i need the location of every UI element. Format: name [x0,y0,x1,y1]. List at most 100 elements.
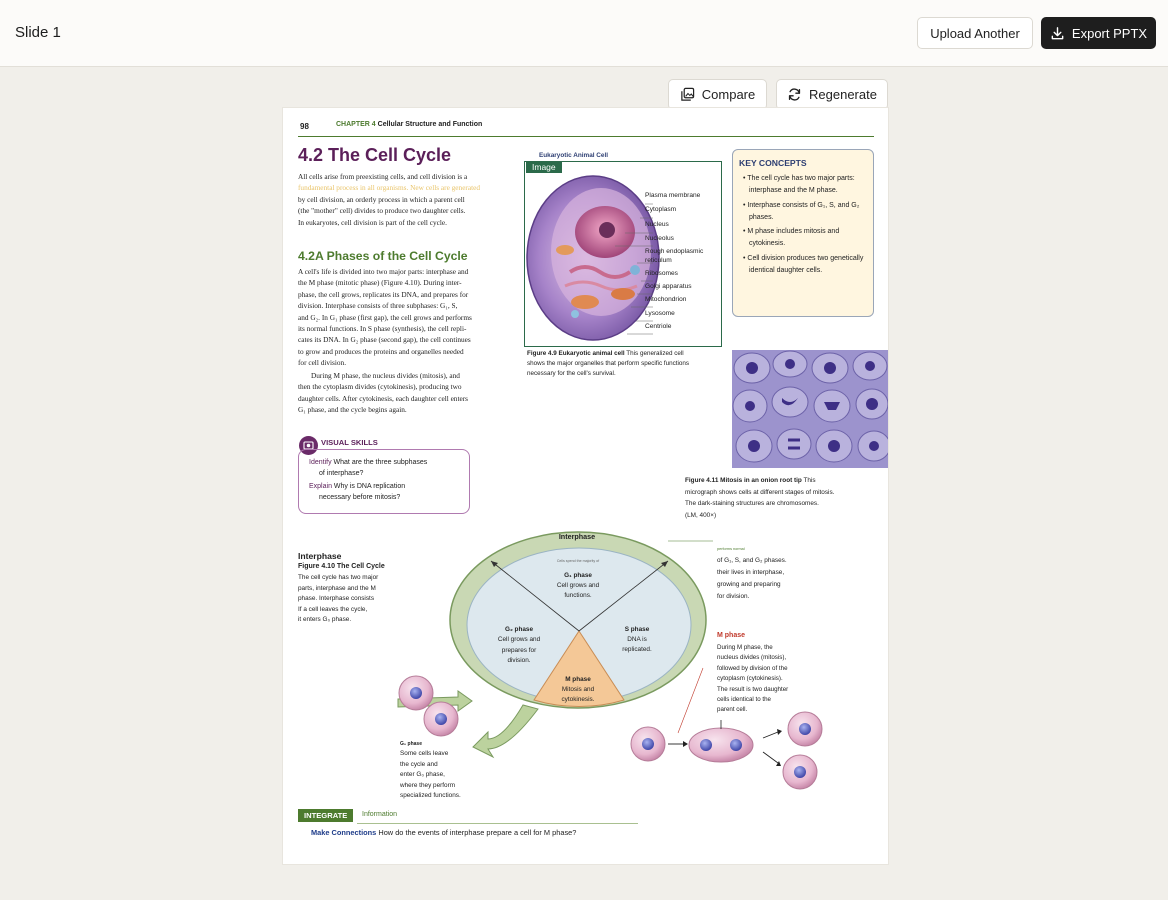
key-concepts-title: KEY CONCEPTS [739,158,807,168]
p2-line: G₁ phase, and the cycle begins again. [298,405,407,415]
p1-line: A cell's life is divided into two major … [298,267,469,276]
g0-line: specialized functions. [400,792,461,800]
explain-text: necessary before mitosis? [319,493,401,501]
fig411-text: This [803,477,816,484]
p1-line: cates its DNA. In G₂ phase (second gap),… [298,335,471,345]
page-number: 98 [300,122,309,131]
make-connections-question: How do the events of interphase prepare … [378,828,577,837]
g1-phase-label: G₁ phase Cell grows and functions. [543,571,613,600]
right-tiny-text: performs normal [717,547,745,551]
organelle-label: Plasma membrane [645,192,701,199]
p1-line: to grow and produces the proteins and or… [298,346,464,356]
identify-text: of interphase? [319,469,364,477]
figure-4-9-caption: Figure 4.9 Eukaryotic animal cell This g… [527,349,727,378]
key-concept-item: • The cell cycle has two major parts: in… [743,175,855,195]
regenerate-button[interactable]: Regenerate [776,79,888,110]
fig49-text: This generalized cell [626,350,684,357]
m-line: cytokinesis. [561,696,595,704]
export-pptx-button[interactable]: Export PPTX [1041,17,1156,49]
m-phase-description: During M phase, the nucleus divides (mit… [717,643,813,716]
key-concept-item: • Cell division produces two genetically… [743,254,864,275]
fig411-text: micrograph shows cells at different stag… [685,488,835,496]
figure-heading: Eukaryotic Animal Cell [539,152,609,159]
visual-skills-title: VISUAL SKILLS [321,438,378,447]
identify-label: Identify [309,459,332,466]
tiny-ring-text: Cells spend the majority of [556,559,600,563]
g2-line: division. [507,657,531,665]
organelle-label: Rough endoplasmic reticulum [645,248,704,264]
interphase-line: their lives in interphase, [717,568,785,576]
image-tag: Image [526,161,562,173]
s-title: S phase [624,626,650,633]
upload-another-label: Upload Another [930,25,1020,41]
fig411-bold: Figure 4.11 Mitosis in an onion root tip [685,477,802,484]
micrograph-image [732,350,888,468]
slide-title: Slide 1 [15,24,61,41]
export-pptx-label: Export PPTX [1071,25,1148,41]
ring-label: Interphase [558,532,596,541]
intro-line: All cells arise from preexisting cells, … [298,172,468,181]
fig411-text: The dark-staining structures are chromos… [685,500,819,507]
m-phase-heading: M phase [717,632,746,639]
g1-line: functions. [564,591,592,599]
mitosis-micrograph [732,350,888,468]
figure-4-11-caption: Figure 4.11 Mitosis in an onion root tip… [685,475,885,521]
fig411-text: (LM, 400×) [685,511,717,519]
intro-paragraph: All cells arise from preexisting cells, … [298,171,520,228]
m-phase-line: nucleus divides (mitosis), [717,654,787,662]
s-phase-label: S phase DNA is replicated. [608,625,666,655]
compare-button[interactable]: Compare [668,79,767,110]
p1-line: phase, the cell grows, replicates its DN… [298,289,469,299]
p1-line: division. Interphase consists of three s… [298,301,458,311]
interphase-line: of G₁, S, and G₂ phases. [717,557,787,564]
m-line: Mitosis and [561,686,595,694]
upload-another-button[interactable]: Upload Another [917,17,1033,49]
p1-line: its normal functions. In S phase (synthe… [298,324,467,334]
key-concepts-box: KEY CONCEPTS • The cell cycle has two ma… [732,149,874,317]
explain-prompt: Explain Why is DNA replication necessary… [309,482,459,503]
explain-label: Explain [309,483,332,491]
intro-line: (the "mother" cell) divides to produce t… [298,206,466,216]
p1-line: and G₂. In G₁ phase (first gap), the cel… [298,312,472,322]
download-icon [1051,26,1064,39]
g0-phase-label: G₀ phase Some cells leave the cycle and … [400,739,490,801]
organelle-label: Mitochondrion [645,296,687,303]
p2-line: then the cytoplasm divides (cytokinesis)… [298,382,462,392]
information-label: Information [362,811,398,818]
intro-line: by cell division, an orderly process in … [298,194,465,204]
m-phase-line: During M phase, the [717,644,773,651]
explain-text: Why is DNA replication [333,483,406,491]
organelle-label: Nucleolus [645,235,674,242]
identify-text: What are the three subphases [333,459,428,466]
p2-line: During M phase, the nucleus divides (mit… [311,371,460,380]
g0-line: the cycle and [400,760,438,768]
interphase-line: growing and preparing [717,580,781,588]
s-line: replicated. [622,646,652,654]
interphase-heading: Interphase [298,551,342,561]
p2-line: daughter cells. After cytokinesis, each … [298,393,468,403]
chapter-header: CHAPTER 4 Cellular Structure and Functio… [336,121,482,128]
visual-skills-box: Identify What are the three subphases of… [298,449,470,514]
section-title: 4.2 The Cell Cycle [298,145,452,165]
g0-line: where they perform [400,781,456,789]
regenerate-label: Regenerate [809,87,877,102]
m-phase-line: The result is two daughter [717,685,789,693]
m-title: M phase [565,676,591,683]
interphase-line: for division. [717,592,750,600]
g0-line: Some cells leave [400,750,449,758]
g1-line: Cell grows and [556,581,600,589]
organelle-label: Nucleus [645,221,669,228]
organelle-label: Ribosomes [645,270,678,277]
m-phase-line: followed by division of the [717,664,788,672]
figure-4-10-title: Figure 4.10 The Cell Cycle [298,563,385,570]
phases-paragraph-2: During M phase, the nucleus divides (mit… [298,370,520,416]
p1-line: for cell division. [298,358,347,368]
intro-line: In eukaryotes, cell division is part of … [298,217,447,227]
m-phase-line: parent cell. [717,706,748,714]
chapter-title: Cellular Structure and Function [377,121,483,128]
make-connections-label: Make Connections [311,828,377,837]
g2-phase-label: G₂ phase Cell grows and prepares for div… [485,625,553,667]
intro-line: fundamental process in all organisms. Ne… [298,183,481,193]
m-phase-line: cells identical to the [717,696,771,704]
s-line: DNA is [627,636,647,644]
